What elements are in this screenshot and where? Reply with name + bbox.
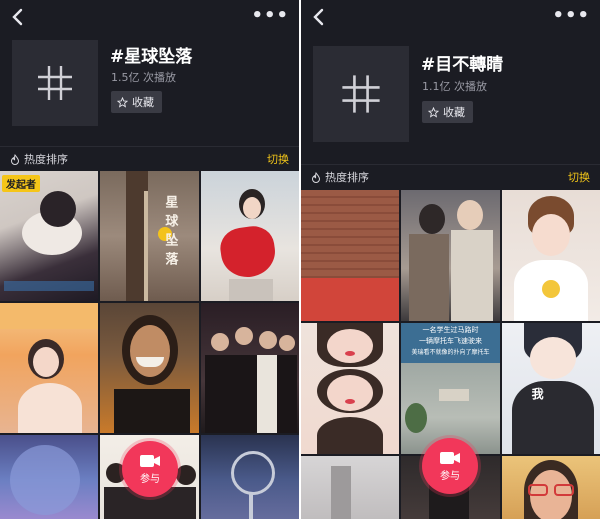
star-icon xyxy=(428,106,439,118)
sort-label: 热度排序 xyxy=(24,153,68,166)
join-label: 参与 xyxy=(440,470,460,482)
video-thumbnail[interactable] xyxy=(501,456,600,519)
video-thumbnail[interactable] xyxy=(301,190,400,321)
more-dots-icon[interactable]: ••• xyxy=(251,5,289,26)
video-thumbnail[interactable] xyxy=(401,190,500,321)
video-thumbnail[interactable] xyxy=(0,435,99,519)
video-thumbnail[interactable] xyxy=(501,190,600,321)
top-bar: ••• xyxy=(0,0,299,36)
favorite-button[interactable]: 收藏 xyxy=(111,91,162,113)
more-dots-icon[interactable]: ••• xyxy=(552,5,590,26)
video-thumbnail[interactable] xyxy=(0,303,99,433)
video-caption: 星球坠落 xyxy=(162,195,178,271)
left-hashtag-page: ••• #星球坠落 1.5亿 次播放 收藏 热度排序 切换 发起者 星球坠落 参… xyxy=(0,0,299,519)
video-caption: 我 xyxy=(531,387,544,401)
video-thumbnail[interactable] xyxy=(301,456,400,519)
flame-icon xyxy=(311,171,321,183)
video-thumbnail[interactable] xyxy=(200,303,299,433)
play-count: 1.5亿 次播放 xyxy=(111,71,176,84)
video-thumbnail[interactable] xyxy=(100,303,199,433)
hash-icon xyxy=(38,66,72,100)
back-arrow-icon[interactable] xyxy=(8,6,30,28)
caption-line: 一名学生过马路时 xyxy=(422,326,479,334)
video-camera-icon xyxy=(140,454,160,467)
join-button[interactable]: 参与 xyxy=(422,438,478,494)
sort-label: 热度排序 xyxy=(325,171,369,184)
video-thumbnail[interactable]: 发起者 xyxy=(0,171,99,301)
video-thumbnail[interactable] xyxy=(200,171,299,301)
sort-by-hot[interactable]: 热度排序 xyxy=(311,169,369,185)
favorite-button[interactable]: 收藏 xyxy=(422,101,473,123)
sort-bar: 热度排序 切换 xyxy=(301,164,600,186)
caption-line: 一辆摩托车飞速驶来 xyxy=(418,337,482,345)
favorite-label: 收藏 xyxy=(443,106,465,119)
hashtag-title: #星球坠落 xyxy=(110,47,193,67)
flame-icon xyxy=(10,153,20,165)
video-thumbnail[interactable]: 我 xyxy=(501,323,600,454)
caption-block: 一名学生过马路时 一辆摩托车飞速驶来 美瑞看不就像的扑向了摩托车 xyxy=(401,323,500,363)
join-button[interactable]: 参与 xyxy=(122,441,178,497)
star-icon xyxy=(117,96,128,108)
right-hashtag-page: ••• #目不轉睛 1.1亿 次播放 收藏 热度排序 切换 一名学生过马路时 一… xyxy=(301,0,600,519)
back-arrow-icon[interactable] xyxy=(309,6,331,28)
video-thumbnail[interactable] xyxy=(301,323,400,454)
sort-bar: 热度排序 切换 xyxy=(0,146,299,168)
hashtag-title: #目不轉睛 xyxy=(421,55,504,75)
caption-line: 美瑞看不就像的扑向了摩托车 xyxy=(411,349,490,356)
hash-icon xyxy=(342,75,380,113)
favorite-label: 收藏 xyxy=(132,96,154,109)
hashtag-cover xyxy=(313,46,409,142)
switch-button[interactable]: 切换 xyxy=(568,169,590,185)
hashtag-cover xyxy=(12,40,98,126)
video-thumbnail[interactable]: 一名学生过马路时 一辆摩托车飞速驶来 美瑞看不就像的扑向了摩托车 xyxy=(401,323,500,454)
play-count: 1.1亿 次播放 xyxy=(422,80,487,93)
switch-button[interactable]: 切换 xyxy=(267,151,289,167)
join-label: 参与 xyxy=(140,473,160,485)
starter-badge: 发起者 xyxy=(2,175,40,192)
sort-by-hot[interactable]: 热度排序 xyxy=(10,151,68,167)
video-thumbnail[interactable]: 星球坠落 xyxy=(100,171,199,301)
video-camera-icon xyxy=(440,451,460,464)
top-bar: ••• xyxy=(301,0,600,36)
video-thumbnail[interactable] xyxy=(200,435,299,519)
